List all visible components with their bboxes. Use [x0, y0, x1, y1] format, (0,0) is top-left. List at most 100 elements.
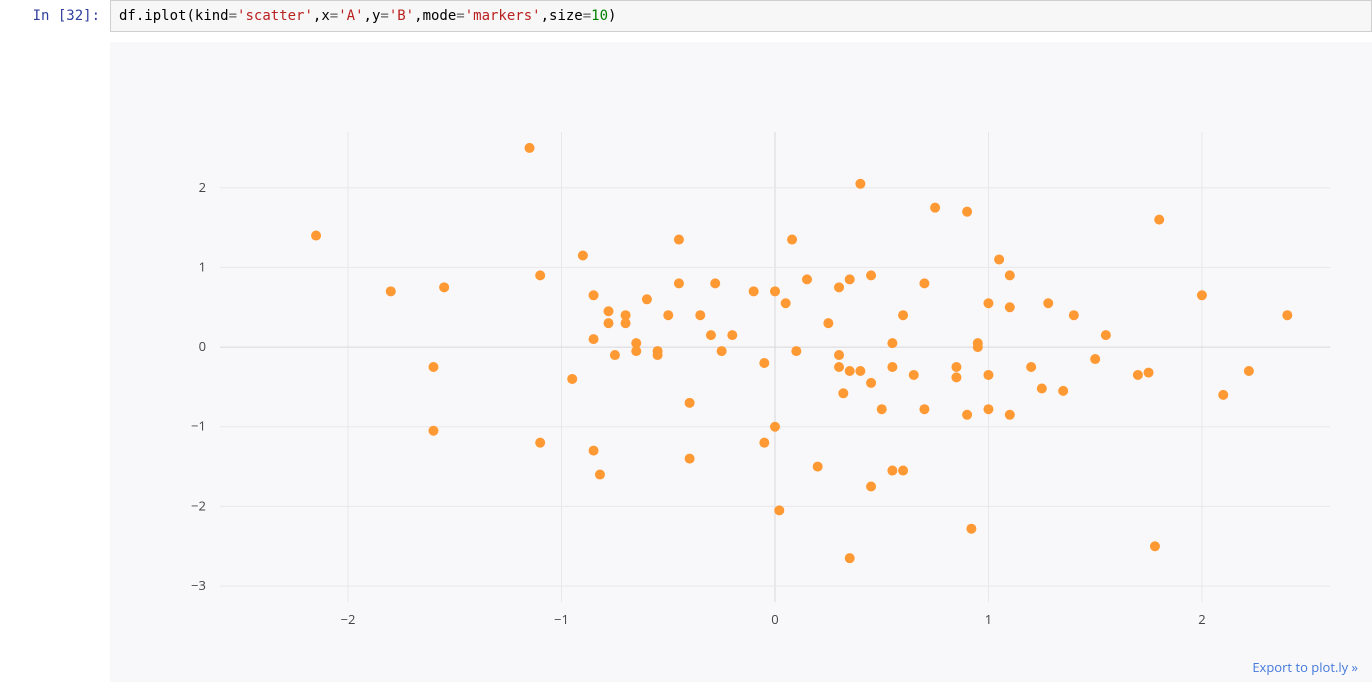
svg-text:−2: −2: [191, 497, 206, 515]
scatter-marker[interactable]: [973, 338, 983, 348]
scatter-marker[interactable]: [802, 275, 812, 285]
scatter-marker[interactable]: [887, 466, 897, 476]
scatter-marker[interactable]: [695, 310, 705, 320]
scatter-marker[interactable]: [674, 235, 684, 245]
scatter-marker[interactable]: [866, 378, 876, 388]
scatter-marker[interactable]: [983, 404, 993, 414]
scatter-marker[interactable]: [983, 370, 993, 380]
scatter-marker[interactable]: [787, 235, 797, 245]
scatter-marker[interactable]: [386, 287, 396, 297]
scatter-marker[interactable]: [1026, 362, 1036, 372]
export-plotly-link[interactable]: Export to plot.ly »: [1252, 658, 1358, 676]
scatter-marker[interactable]: [1218, 390, 1228, 400]
scatter-marker[interactable]: [674, 279, 684, 289]
scatter-marker[interactable]: [1058, 386, 1068, 396]
scatter-marker[interactable]: [428, 426, 438, 436]
scatter-marker[interactable]: [759, 438, 769, 448]
scatter-marker[interactable]: [1043, 298, 1053, 308]
svg-text:−3: −3: [191, 576, 206, 594]
scatter-marker[interactable]: [845, 275, 855, 285]
scatter-marker[interactable]: [610, 350, 620, 360]
scatter-marker[interactable]: [1144, 368, 1154, 378]
scatter-marker[interactable]: [994, 255, 1004, 265]
scatter-marker[interactable]: [1101, 330, 1111, 340]
scatter-marker[interactable]: [1133, 370, 1143, 380]
scatter-marker[interactable]: [595, 470, 605, 480]
scatter-marker[interactable]: [759, 358, 769, 368]
scatter-marker[interactable]: [887, 338, 897, 348]
scatter-marker[interactable]: [663, 310, 673, 320]
scatter-plot-svg[interactable]: −2−1012−3−2−1012: [110, 42, 1370, 662]
scatter-marker[interactable]: [966, 524, 976, 534]
scatter-marker[interactable]: [535, 438, 545, 448]
scatter-marker[interactable]: [653, 350, 663, 360]
scatter-marker[interactable]: [919, 404, 929, 414]
scatter-marker[interactable]: [983, 298, 993, 308]
scatter-marker[interactable]: [770, 287, 780, 297]
scatter-marker[interactable]: [1005, 271, 1015, 281]
scatter-marker[interactable]: [631, 346, 641, 356]
scatter-marker[interactable]: [962, 207, 972, 217]
scatter-marker[interactable]: [1005, 302, 1015, 312]
plotly-chart[interactable]: −2−1012−3−2−1012 Export to plot.ly »: [110, 42, 1372, 682]
scatter-marker[interactable]: [951, 362, 961, 372]
scatter-marker[interactable]: [909, 370, 919, 380]
scatter-marker[interactable]: [685, 454, 695, 464]
scatter-marker[interactable]: [845, 553, 855, 563]
scatter-marker[interactable]: [439, 283, 449, 293]
scatter-marker[interactable]: [589, 290, 599, 300]
scatter-marker[interactable]: [962, 410, 972, 420]
scatter-marker[interactable]: [919, 279, 929, 289]
scatter-marker[interactable]: [621, 318, 631, 328]
scatter-marker[interactable]: [589, 334, 599, 344]
scatter-marker[interactable]: [311, 231, 321, 241]
scatter-marker[interactable]: [589, 446, 599, 456]
scatter-marker[interactable]: [855, 179, 865, 189]
scatter-marker[interactable]: [1244, 366, 1254, 376]
code-input[interactable]: df.iplot(kind='scatter',x='A',y='B',mode…: [110, 0, 1372, 32]
scatter-marker[interactable]: [706, 330, 716, 340]
scatter-marker[interactable]: [930, 203, 940, 213]
scatter-marker[interactable]: [774, 506, 784, 516]
scatter-marker[interactable]: [834, 362, 844, 372]
scatter-marker[interactable]: [951, 373, 961, 383]
scatter-marker[interactable]: [1069, 310, 1079, 320]
scatter-marker[interactable]: [1197, 290, 1207, 300]
scatter-marker[interactable]: [834, 350, 844, 360]
scatter-marker[interactable]: [898, 466, 908, 476]
scatter-marker[interactable]: [887, 362, 897, 372]
scatter-marker[interactable]: [1154, 215, 1164, 225]
scatter-marker[interactable]: [823, 318, 833, 328]
scatter-marker[interactable]: [791, 346, 801, 356]
scatter-marker[interactable]: [877, 404, 887, 414]
scatter-marker[interactable]: [567, 374, 577, 384]
scatter-marker[interactable]: [866, 482, 876, 492]
scatter-marker[interactable]: [838, 388, 848, 398]
scatter-marker[interactable]: [604, 318, 614, 328]
scatter-marker[interactable]: [845, 366, 855, 376]
scatter-marker[interactable]: [855, 366, 865, 376]
scatter-marker[interactable]: [781, 298, 791, 308]
scatter-marker[interactable]: [770, 422, 780, 432]
scatter-marker[interactable]: [1282, 310, 1292, 320]
scatter-marker[interactable]: [604, 306, 614, 316]
scatter-marker[interactable]: [813, 462, 823, 472]
scatter-marker[interactable]: [1005, 410, 1015, 420]
scatter-marker[interactable]: [834, 283, 844, 293]
scatter-marker[interactable]: [685, 398, 695, 408]
scatter-marker[interactable]: [535, 271, 545, 281]
scatter-marker[interactable]: [525, 143, 535, 153]
scatter-marker[interactable]: [727, 330, 737, 340]
svg-text:−2: −2: [341, 610, 356, 628]
scatter-marker[interactable]: [749, 287, 759, 297]
scatter-marker[interactable]: [1037, 384, 1047, 394]
scatter-marker[interactable]: [1150, 541, 1160, 551]
scatter-marker[interactable]: [898, 310, 908, 320]
scatter-marker[interactable]: [1090, 354, 1100, 364]
scatter-marker[interactable]: [717, 346, 727, 356]
scatter-marker[interactable]: [578, 251, 588, 261]
scatter-marker[interactable]: [866, 271, 876, 281]
scatter-marker[interactable]: [642, 294, 652, 304]
scatter-marker[interactable]: [710, 279, 720, 289]
scatter-marker[interactable]: [428, 362, 438, 372]
